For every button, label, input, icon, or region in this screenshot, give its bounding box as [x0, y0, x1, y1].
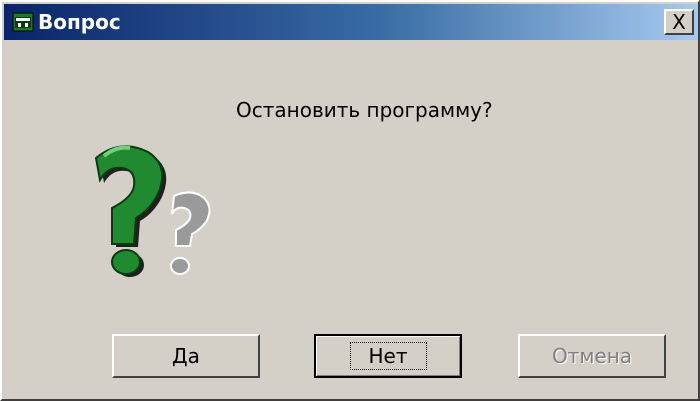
app-window-icon — [12, 12, 34, 32]
dialog-window: Вопрос X Остановить программу? Да Нет От… — [0, 0, 700, 401]
question-mark-icon — [76, 132, 236, 292]
dialog-message: Остановить программу? — [236, 98, 493, 122]
title-bar[interactable]: Вопрос X — [4, 4, 698, 40]
no-button-label: Нет — [349, 342, 427, 370]
close-button[interactable]: X — [664, 9, 694, 35]
window-title: Вопрос — [38, 10, 121, 34]
cancel-button[interactable]: Отмена — [518, 334, 666, 378]
yes-button[interactable]: Да — [112, 334, 260, 378]
no-button[interactable]: Нет — [314, 334, 462, 378]
